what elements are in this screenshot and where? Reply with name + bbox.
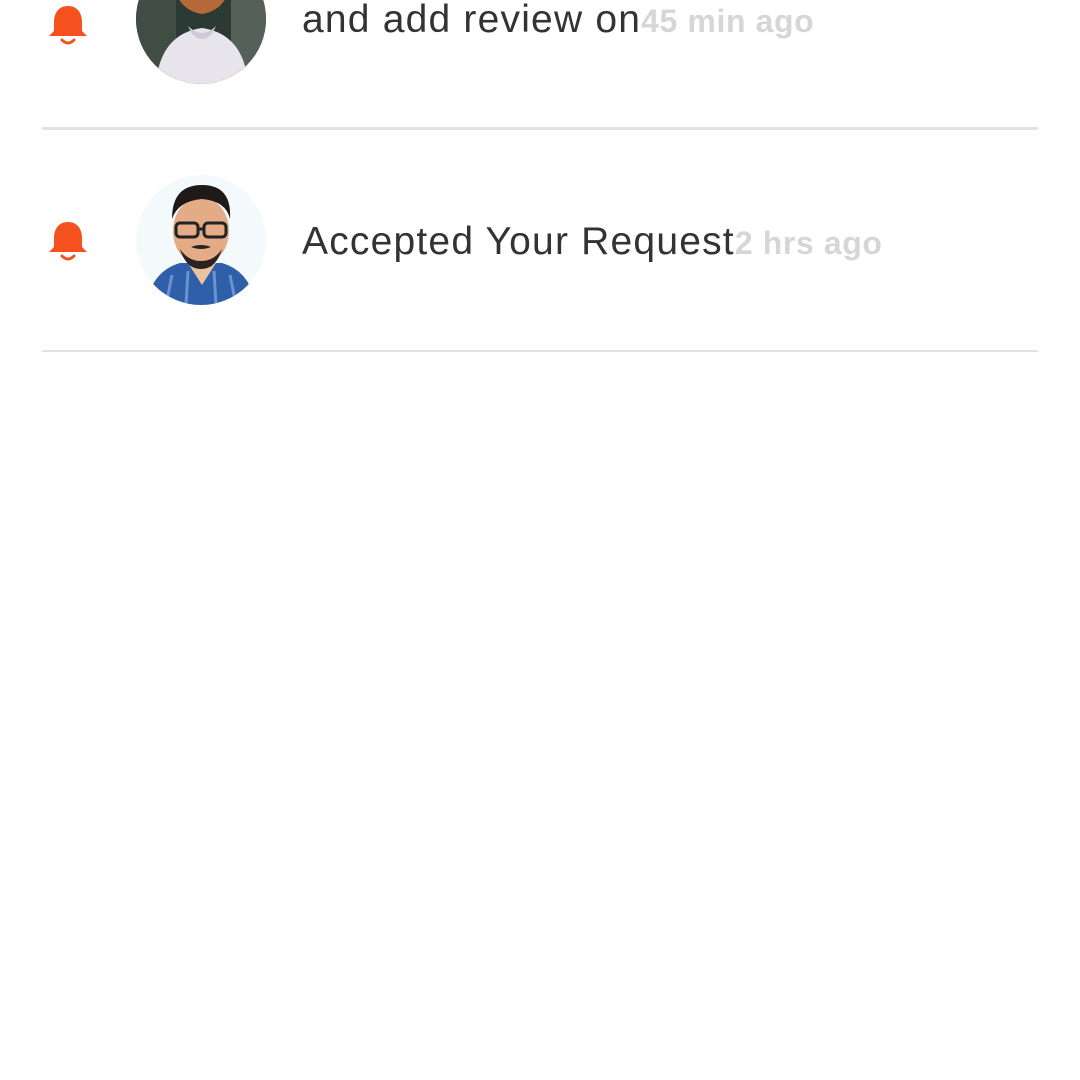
message-text: and add review on (302, 0, 642, 41)
bell-icon (46, 216, 90, 264)
notification-message: and add review on45 min ago (302, 0, 814, 42)
avatar[interactable] (136, 175, 266, 305)
message-text: Accepted Your Request (302, 220, 735, 263)
notifications-screen: and add review on45 min ago Accepted You… (0, 0, 1080, 1080)
divider (42, 350, 1038, 352)
avatar[interactable] (136, 0, 266, 84)
notification-item[interactable]: and add review on45 min ago (0, 0, 1080, 130)
notification-time: 2 hrs ago (734, 225, 883, 261)
bell-icon (46, 0, 90, 48)
notification-message: Accepted Your Request2 hrs ago (302, 220, 883, 264)
notification-time: 45 min ago (641, 3, 815, 39)
notification-item[interactable]: Accepted Your Request2 hrs ago (0, 130, 1080, 350)
